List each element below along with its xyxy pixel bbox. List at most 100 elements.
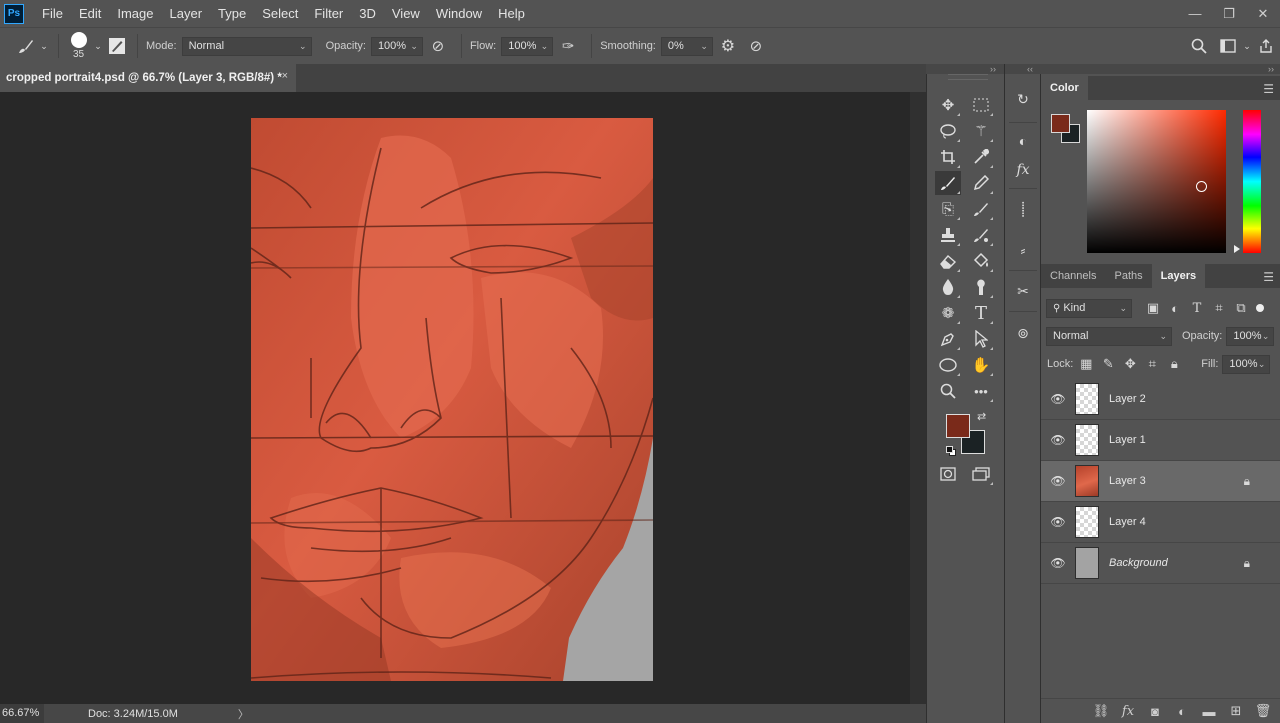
collapse-tools-icon[interactable]: ›› xyxy=(926,64,1004,74)
3d-panel-icon[interactable]: ⊚ xyxy=(1010,320,1036,346)
styles-panel-icon[interactable]: fx xyxy=(1010,157,1036,183)
smart-object-filter-icon[interactable]: ⧉ xyxy=(1230,300,1252,316)
crop-tool[interactable] xyxy=(935,145,961,169)
color-panel-swatches[interactable] xyxy=(1051,114,1081,144)
eye-icon[interactable]: 👁︎ xyxy=(1041,433,1075,447)
minimize-button[interactable]: — xyxy=(1178,0,1212,27)
tab-channels[interactable]: Channels xyxy=(1041,264,1105,288)
adjustments-panel-icon[interactable]: ◐ xyxy=(1010,128,1036,154)
layer-row[interactable]: 👁︎ Layer 2 xyxy=(1041,379,1280,420)
brush-settings-panel-icon[interactable] xyxy=(105,37,129,55)
clone-stamp-tool[interactable]: ⎘ xyxy=(935,197,961,221)
menu-3d[interactable]: 3D xyxy=(351,0,384,27)
layer-row[interactable]: 👁︎ Layer 4 xyxy=(1041,502,1280,543)
share-icon[interactable] xyxy=(1252,38,1280,54)
brush-size-picker[interactable]: 35 xyxy=(67,29,91,63)
layer-row[interactable]: 👁︎ Layer 1 xyxy=(1041,420,1280,461)
chevron-down-icon[interactable]: ⌄ xyxy=(1242,41,1252,52)
eraser-tool[interactable] xyxy=(935,249,961,273)
smudge-tool[interactable] xyxy=(968,275,994,299)
adjustment-layer-icon[interactable]: ◐ xyxy=(1173,704,1191,719)
zoom-level[interactable]: 66.67% xyxy=(0,704,44,723)
lock-artboard-icon[interactable]: ⌗ xyxy=(1141,356,1163,372)
hue-slider[interactable] xyxy=(1243,110,1261,253)
kind-filter-dropdown[interactable]: ⚲ Kind ⌄ xyxy=(1046,298,1132,318)
search-icon[interactable] xyxy=(1184,38,1214,54)
blend-mode-dropdown[interactable]: Normal ⌄ xyxy=(1046,326,1172,346)
tab-paths[interactable]: Paths xyxy=(1105,264,1151,288)
more-tools[interactable]: ••• xyxy=(968,379,994,403)
eye-icon[interactable]: 👁︎ xyxy=(1041,474,1075,488)
restore-button[interactable]: ❐ xyxy=(1212,0,1246,27)
new-layer-icon[interactable]: ⊞ xyxy=(1227,703,1245,719)
lock-transparent-icon[interactable]: ▦ xyxy=(1075,356,1097,372)
brush-preset-icon[interactable] xyxy=(14,36,38,56)
pixel-filter-icon[interactable]: ▣ xyxy=(1142,300,1164,316)
chevron-down-icon[interactable]: ⌄ xyxy=(91,41,105,52)
collapse-right-icon[interactable]: ›› xyxy=(1041,64,1280,74)
pressure-size-icon[interactable]: ⊘ xyxy=(743,37,769,55)
add-mask-icon[interactable]: ◙ xyxy=(1146,704,1164,719)
brush-presets-panel-icon[interactable]: ⸽ xyxy=(1010,196,1036,222)
brush-tool[interactable] xyxy=(935,171,961,195)
delete-layer-icon[interactable]: 🗑︎ xyxy=(1254,703,1272,719)
lock-all-icon[interactable]: 🔒︎ xyxy=(1163,356,1185,372)
marquee-tool[interactable] xyxy=(968,93,994,117)
ellipse-tool[interactable] xyxy=(935,353,961,377)
history-panel-icon[interactable]: ↻ xyxy=(1010,86,1036,112)
type-tool[interactable]: T xyxy=(968,301,994,325)
menu-filter[interactable]: Filter xyxy=(306,0,351,27)
clone-source-panel-icon[interactable]: ⸗ xyxy=(1010,237,1036,263)
menu-window[interactable]: Window xyxy=(428,0,490,27)
close-tab-button[interactable]: × xyxy=(282,70,288,82)
menu-image[interactable]: Image xyxy=(109,0,161,27)
status-menu-arrow[interactable]: 〉 xyxy=(238,706,249,722)
layer-style-icon[interactable]: fx xyxy=(1119,704,1137,719)
quick-mask-icon[interactable] xyxy=(935,462,961,486)
menu-file[interactable]: File xyxy=(34,0,71,27)
panel-menu-icon[interactable]: ☰ xyxy=(1263,82,1274,96)
tab-layers[interactable]: Layers xyxy=(1151,264,1206,288)
pencil-tool[interactable] xyxy=(968,171,994,195)
collapse-dock-icon[interactable]: ‹‹ xyxy=(1005,64,1042,74)
adjustment-filter-icon[interactable]: ◐ xyxy=(1164,301,1186,316)
hue-marker[interactable] xyxy=(1234,245,1240,253)
history-brush-tool[interactable] xyxy=(968,197,994,221)
type-filter-icon[interactable]: T xyxy=(1186,301,1208,316)
screen-mode-icon[interactable] xyxy=(968,462,994,486)
new-group-icon[interactable]: ▬ xyxy=(1200,704,1218,719)
menu-edit[interactable]: Edit xyxy=(71,0,109,27)
zoom-tool[interactable] xyxy=(935,379,961,403)
menu-select[interactable]: Select xyxy=(254,0,306,27)
flow-field[interactable]: 100% ⌄ xyxy=(501,36,554,56)
layer-row-selected[interactable]: 👁︎ Layer 3 🔒︎ xyxy=(1041,461,1280,502)
eyedropper-tool[interactable] xyxy=(968,145,994,169)
eye-icon[interactable]: 👁︎ xyxy=(1041,556,1075,570)
workspace-icon[interactable] xyxy=(1214,39,1242,53)
menu-help[interactable]: Help xyxy=(490,0,533,27)
default-colors-icon[interactable] xyxy=(946,446,956,456)
filter-toggle-icon[interactable] xyxy=(1256,304,1264,312)
stamp-tool[interactable] xyxy=(935,223,961,247)
hand-tool[interactable]: ✋ xyxy=(968,353,994,377)
pressure-opacity-icon[interactable]: ⊘ xyxy=(423,37,453,55)
tab-color[interactable]: Color xyxy=(1041,76,1088,100)
tool-presets-panel-icon[interactable]: ✂ xyxy=(1010,278,1036,304)
layer-row[interactable]: 👁︎ Background 🔒︎ xyxy=(1041,543,1280,584)
lock-position-icon[interactable]: ✥ xyxy=(1119,356,1141,372)
path-selection-tool[interactable] xyxy=(968,327,994,351)
move-tool[interactable]: ✥ xyxy=(935,93,961,117)
quick-selection-tool[interactable]: ⚚ xyxy=(968,119,994,143)
layer-opacity-field[interactable]: 100% ⌄ xyxy=(1226,326,1275,346)
document-canvas[interactable] xyxy=(251,118,653,681)
link-layers-icon[interactable]: ⛓ xyxy=(1092,703,1110,719)
swap-colors-icon[interactable]: ⇄ xyxy=(977,410,986,423)
pen-tool[interactable] xyxy=(935,327,961,351)
blur-tool[interactable] xyxy=(935,275,961,299)
panel-menu-icon[interactable]: ☰ xyxy=(1263,270,1274,284)
mixer-brush-tool[interactable] xyxy=(968,223,994,247)
document-tab[interactable]: cropped portrait4.psd @ 66.7% (Layer 3, … xyxy=(0,64,296,92)
lasso-tool[interactable] xyxy=(935,119,961,143)
foreground-color-swatch[interactable] xyxy=(1051,114,1070,133)
menu-type[interactable]: Type xyxy=(210,0,254,27)
